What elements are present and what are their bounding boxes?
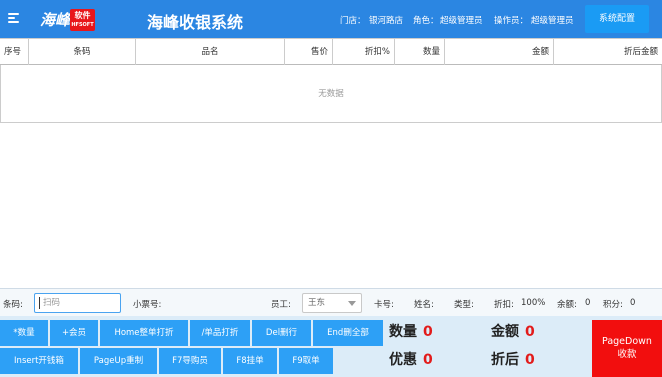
key-retrieve-order[interactable]: F9取单: [279, 348, 333, 374]
checkout-label: 收款: [617, 349, 637, 360]
logo-badge-top: 软件: [74, 11, 91, 20]
chevron-down-icon: [348, 301, 356, 306]
discount-label: 折扣:: [494, 300, 514, 310]
table-header: 序号 条码 品名 售价 折扣% 数量 金额 折后金额: [0, 38, 662, 65]
app-title: 海峰收银系统: [147, 13, 244, 32]
discount-stat-value: 0: [423, 352, 433, 368]
balance-label: 余额:: [557, 300, 577, 310]
menu-icon[interactable]: [8, 13, 19, 23]
col-quantity[interactable]: 数量: [395, 39, 445, 65]
balance-value: 0: [585, 298, 591, 308]
discount-value: 100%: [521, 298, 546, 308]
col-price[interactable]: 售价: [285, 39, 333, 65]
checkout-button[interactable]: PageDown 收款: [592, 320, 662, 377]
after-label: 折后: [491, 352, 519, 368]
system-config-button[interactable]: 系统配置: [585, 5, 649, 33]
after-value: 0: [525, 352, 535, 368]
store-label: 门店：: [340, 16, 366, 26]
name-label: 姓名:: [414, 300, 434, 310]
table-empty: 无数据: [0, 65, 662, 123]
col-name[interactable]: 品名: [136, 39, 285, 65]
amount-label: 金额: [491, 324, 519, 340]
barcode-input[interactable]: [34, 293, 121, 313]
qty-value: 0: [423, 324, 433, 340]
col-after-discount[interactable]: 折后金额: [554, 39, 662, 65]
text-caret: [39, 297, 40, 309]
key-delete-row[interactable]: Del删行: [252, 320, 311, 346]
qty-stat: 数量 0: [389, 321, 433, 341]
logo-badge-bottom: HFSOFT: [71, 22, 94, 28]
col-amount[interactable]: 金额: [445, 39, 554, 65]
after-stat: 折后 0: [491, 349, 535, 369]
key-order-discount[interactable]: Home整单打折: [100, 320, 188, 346]
key-member[interactable]: +会员: [50, 320, 98, 346]
barcode-label: 条码:: [3, 300, 23, 310]
key-item-discount[interactable]: /单品打折: [190, 320, 250, 346]
ticket-label: 小票号:: [133, 300, 162, 310]
logo-badge: 软件 HFSOFT: [70, 9, 95, 31]
employee-select[interactable]: 王东: [302, 293, 362, 313]
qty-label: 数量: [389, 324, 417, 340]
key-reset[interactable]: PageUp重制: [80, 348, 157, 374]
logo-text: 海峰: [40, 11, 71, 29]
function-keys: *数量 +会员 Home整单打折 /单品打折 Del删行 End删全部 Inse…: [0, 318, 384, 377]
top-bar: 海峰 软件 HFSOFT 海峰收银系统 门店： 银河路店 角色： 超级管理员 操…: [0, 0, 662, 38]
points-value: 0: [630, 298, 636, 308]
col-barcode[interactable]: 条码: [29, 39, 136, 65]
discount-stat-label: 优惠: [389, 352, 417, 368]
key-open-drawer[interactable]: Insert开钱箱: [0, 348, 78, 374]
role-label: 角色：: [413, 16, 439, 26]
key-shopping-guide[interactable]: F7导购员: [159, 348, 221, 374]
store-value: 银河路店: [369, 16, 404, 26]
key-hold-order[interactable]: F8挂单: [223, 348, 277, 374]
bottom-panel: 条码: 小票号: 员工: 王东 卡号: 姓名: 类型: 折扣: 100% 余额:…: [0, 288, 662, 377]
operator-value: 超级管理员: [531, 16, 574, 26]
employee-label: 员工:: [271, 300, 291, 310]
amount-stat: 金额 0: [491, 321, 535, 341]
col-discount[interactable]: 折扣%: [333, 39, 395, 65]
card-label: 卡号:: [374, 300, 394, 310]
key-delete-all[interactable]: End删全部: [313, 320, 383, 346]
operator-label: 操作员：: [494, 16, 529, 26]
discount-stat: 优惠 0: [389, 349, 433, 369]
employee-value: 王东: [308, 298, 326, 308]
scan-bar: 条码: 小票号: 员工: 王东 卡号: 姓名: 类型: 折扣: 100% 余额:…: [0, 288, 662, 316]
points-label: 积分:: [603, 300, 623, 310]
role-value: 超级管理员: [440, 16, 483, 26]
key-quantity[interactable]: *数量: [0, 320, 48, 346]
type-label: 类型:: [454, 300, 474, 310]
col-index[interactable]: 序号: [0, 39, 29, 65]
amount-value: 0: [525, 324, 535, 340]
checkout-key: PageDown: [602, 336, 652, 347]
